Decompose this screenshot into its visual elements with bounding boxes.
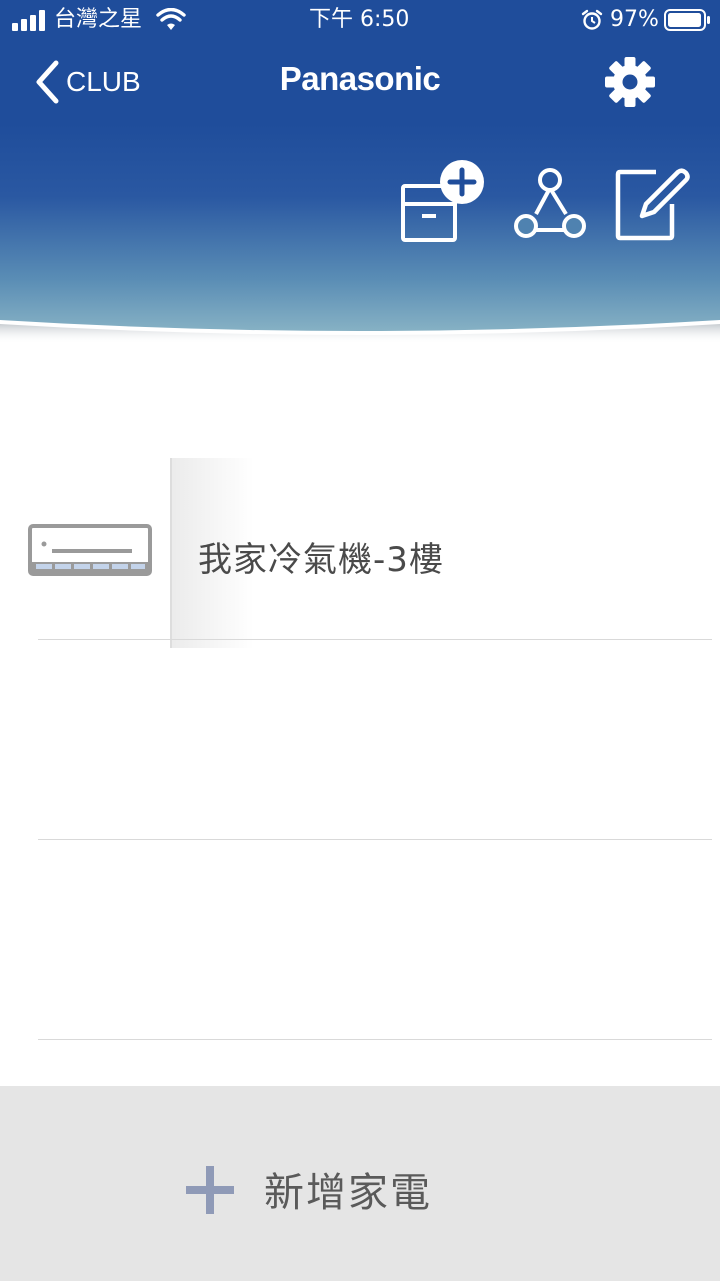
- empty-device-row: [0, 840, 720, 1040]
- carrier-label: 台灣之星: [54, 7, 143, 32]
- add-appliance-label: 新增家電: [264, 1170, 432, 1216]
- clock-label: 下午 6:50: [309, 7, 410, 32]
- plus-icon: [186, 1166, 234, 1214]
- header-banner: [0, 124, 720, 344]
- empty-device-row: [0, 640, 720, 840]
- status-bar: 台灣之星 下午 6:50 97%: [0, 0, 720, 40]
- alarm-icon: [581, 9, 603, 30]
- edit-icon[interactable]: [612, 166, 692, 244]
- device-name: 我家冷氣機-3樓: [198, 540, 444, 580]
- wifi-icon: [156, 8, 186, 30]
- device-row[interactable]: 我家冷氣機-3樓: [0, 440, 720, 648]
- signal-icon: [12, 9, 48, 31]
- add-appliance-button[interactable]: 新增家電: [0, 1086, 720, 1281]
- battery-percent: 97%: [610, 7, 659, 32]
- add-group-icon[interactable]: [398, 160, 488, 244]
- navigation-bar: CLUB Panasonic: [0, 40, 720, 125]
- battery-icon: [664, 9, 710, 31]
- gear-icon[interactable]: [602, 54, 658, 110]
- air-conditioner-icon: [28, 524, 152, 576]
- row-separator: [38, 1039, 712, 1040]
- share-icon[interactable]: [508, 166, 592, 242]
